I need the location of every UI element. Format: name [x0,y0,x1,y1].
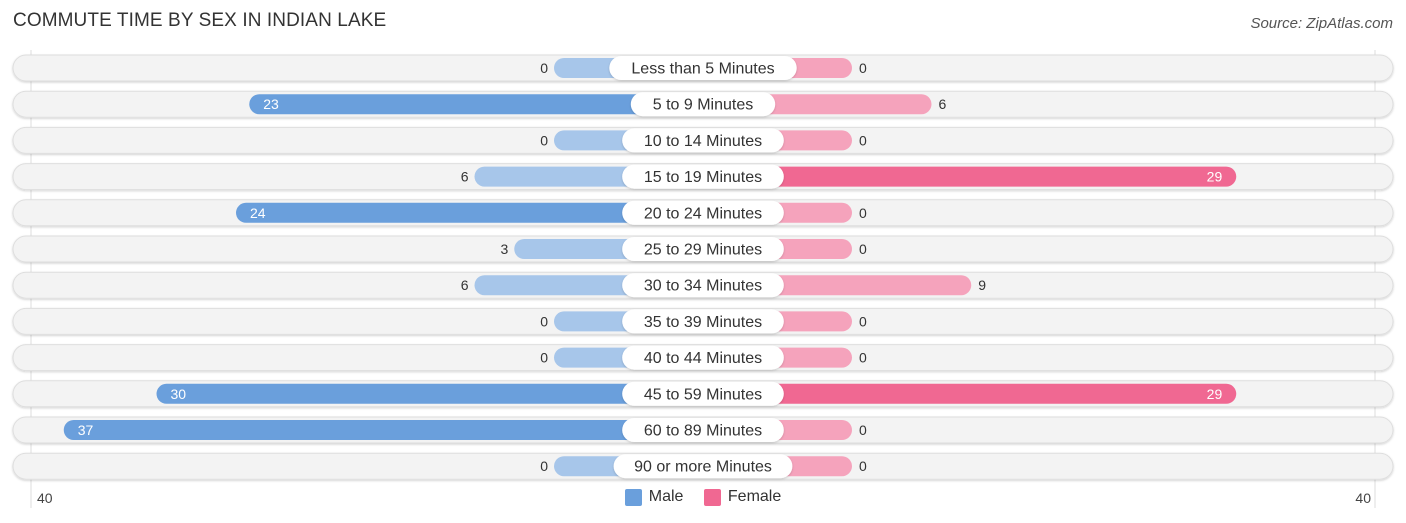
male-value-label: 6 [461,277,469,293]
female-value-label: 6 [939,96,947,112]
female-value-label: 0 [859,422,867,438]
legend-label-female: Female [727,488,782,505]
male-bar [156,383,703,404]
legend-item-male[interactable]: Male [624,488,684,506]
category-label: 45 to 59 Minutes [644,386,762,403]
male-value-label: 30 [171,386,187,402]
female-value-label: 9 [978,277,986,293]
female-value-label: 0 [859,458,867,474]
male-value-label: 23 [263,96,279,112]
male-value-label: 3 [500,241,508,257]
female-value-label: 0 [859,205,867,221]
category-label: 35 to 39 Minutes [644,314,762,331]
female-value-label: 0 [859,241,867,257]
male-value-label: 0 [540,132,548,148]
category-label: Less than 5 Minutes [631,61,774,78]
male-value-label: 37 [78,422,94,438]
female-value-label: 0 [859,60,867,76]
legend-label-male: Male [648,488,684,505]
male-swatch [624,488,642,506]
chart-area: 0 0 Less than 5 Minutes 23 6 5 to 9 Minutes 0 0… [12,50,1394,508]
category-label: 60 to 89 Minutes [644,423,762,440]
male-value-label: 0 [540,313,548,329]
category-label: 40 to 44 Minutes [644,350,762,367]
category-label: 5 to 9 Minutes [653,97,754,114]
female-value-label: 0 [859,132,867,148]
female-value-label: 0 [859,313,867,329]
category-label: 10 to 14 Minutes [644,133,762,150]
female-swatch [703,488,721,506]
female-value-label: 29 [1207,386,1223,402]
male-value-label: 6 [461,169,469,185]
category-label: 20 to 24 Minutes [644,205,762,222]
female-value-label: 0 [859,350,867,366]
category-label: 25 to 29 Minutes [644,242,762,259]
female-value-label: 29 [1207,169,1223,185]
legend-item-female[interactable]: Female [703,488,782,506]
category-label: 90 or more Minutes [634,459,772,476]
category-label: 30 to 34 Minutes [644,278,762,295]
male-value-label: 0 [540,60,548,76]
male-value-label: 0 [540,458,548,474]
legend: Male Female [0,488,1406,511]
male-value-label: 24 [250,205,266,221]
male-value-label: 0 [540,350,548,366]
male-bar [63,420,703,440]
category-label: 15 to 19 Minutes [644,169,762,186]
